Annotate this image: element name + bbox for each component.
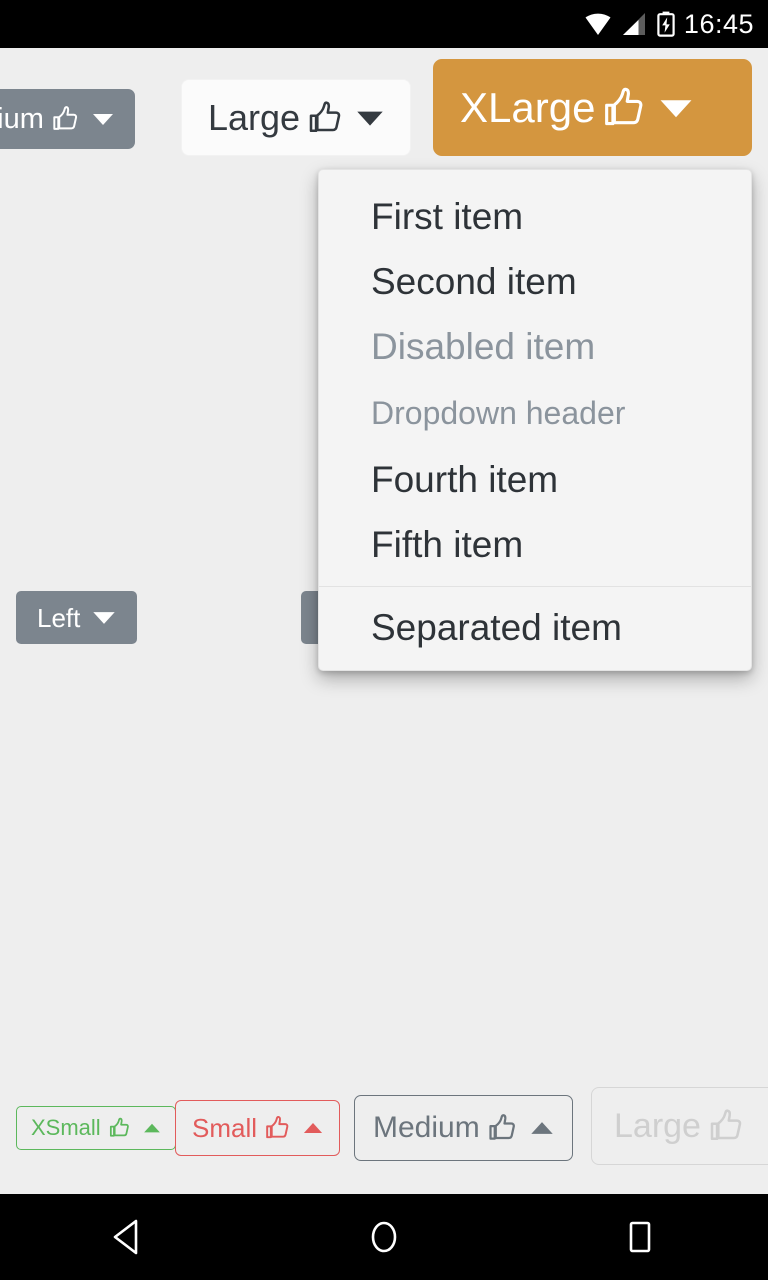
status-bar-clock: 16:45	[683, 8, 754, 39]
thumbs-up-icon	[489, 1114, 515, 1140]
xsmall-button-label: XSmall	[31, 1115, 101, 1140]
app-screen: 16:45 dium Large XLarge	[0, 0, 768, 1280]
nav-home-button[interactable]	[329, 1194, 439, 1280]
large-button-label: Large	[208, 96, 301, 138]
dropdown-item-disabled: Disabled item	[371, 326, 596, 368]
battery-charging-icon	[657, 11, 675, 37]
large-dropup-button[interactable]: Large	[591, 1087, 768, 1165]
caret-down-icon	[357, 111, 383, 126]
xlarge-button-label: XLarge	[460, 83, 596, 131]
thumbs-up-icon	[266, 1115, 289, 1139]
thumbs-up-icon	[53, 106, 77, 130]
cellular-signal-icon	[622, 13, 645, 35]
medium-dropdown-button-top[interactable]: dium	[0, 89, 135, 149]
xsmall-dropup-button[interactable]: XSmall	[16, 1106, 176, 1150]
nav-recents-button[interactable]	[585, 1194, 695, 1280]
small-button-label: Small	[192, 1113, 258, 1143]
large-bottom-button-label: Large	[614, 1107, 701, 1145]
home-circle-icon	[371, 1221, 397, 1253]
left-dropdown-button[interactable]: Left	[16, 591, 138, 644]
thumbs-up-icon	[605, 87, 643, 125]
xlarge-dropdown-button[interactable]: XLarge	[433, 59, 752, 156]
dropdown-item-fourth[interactable]: Fourth item	[319, 447, 751, 512]
thumbs-up-icon	[309, 100, 341, 132]
caret-down-icon	[93, 612, 116, 624]
caret-down-icon	[92, 114, 113, 125]
status-bar: 16:45	[0, 0, 768, 48]
medium-bottom-button-label: Medium	[373, 1111, 480, 1144]
back-triangle-icon	[113, 1219, 138, 1255]
dropdown-item-second[interactable]: Second item	[319, 249, 751, 314]
thumbs-up-icon	[109, 1117, 129, 1137]
dropdown-item-fifth[interactable]: Fifth item	[319, 512, 751, 577]
large-dropdown-button-top[interactable]: Large	[181, 79, 412, 156]
medium-dropup-button[interactable]: Medium	[354, 1095, 573, 1161]
dropdown-divider	[319, 586, 751, 588]
recents-square-icon	[629, 1221, 651, 1253]
small-dropup-button[interactable]: Small	[175, 1100, 341, 1156]
medium-button-label: dium	[0, 102, 44, 135]
caret-down-icon	[660, 99, 692, 117]
dropdown-item-first[interactable]: First item	[319, 184, 751, 249]
caret-up-icon	[143, 1123, 160, 1132]
dropdown-header: Dropdown header	[371, 395, 626, 432]
dropdown-item-separated[interactable]: Separated item	[319, 595, 751, 660]
caret-up-icon	[303, 1122, 323, 1133]
bottom-button-row: XSmall Small Medium Large	[0, 1087, 768, 1181]
top-button-row: dium Large XLarge	[0, 48, 768, 170]
dropdown-menu: First item Second item Disabled item Dro…	[318, 169, 752, 672]
left-button-label: Left	[37, 602, 81, 633]
thumbs-up-icon	[710, 1109, 742, 1141]
android-nav-bar	[0, 1194, 768, 1280]
caret-up-icon	[530, 1121, 553, 1134]
nav-back-button[interactable]	[73, 1194, 183, 1280]
wifi-icon	[585, 13, 611, 35]
